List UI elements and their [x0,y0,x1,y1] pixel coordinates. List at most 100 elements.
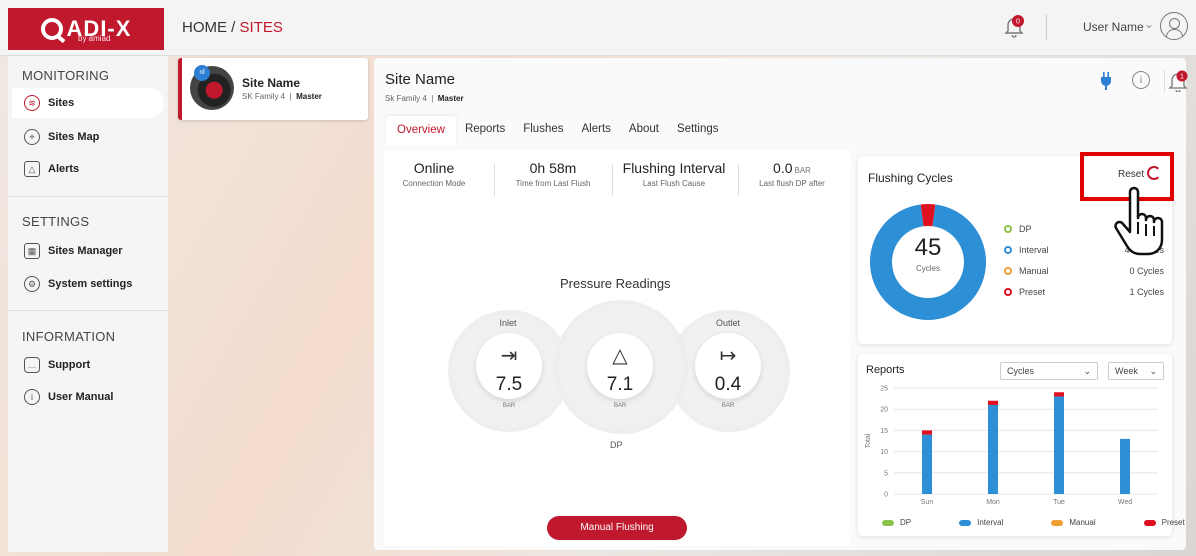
inlet-unit: BAR [502,403,516,409]
legend-preset: Preset 1 Cycles [1004,287,1164,297]
y-axis-label: Total [865,433,872,448]
tab-about[interactable]: About [620,116,668,144]
bar-preset-sun [922,430,932,435]
dp-gauge: △ 7.1 BAR [587,333,653,409]
y-tick-label: 15 [880,428,888,435]
topbar-divider [1046,14,1047,40]
reports-bar-chart: 0 5 10 15 20 25 Total Sun Mon Tue Wed [865,386,1158,506]
stat-label: Time from Last Flush [515,179,591,188]
map-pin-icon: ⌖ [24,129,40,145]
layers-icon: ≋ [24,95,40,111]
x-tick-label: Tue [1053,499,1065,506]
site-alerts-bell-icon[interactable]: 1 [1168,70,1188,92]
legend-swatch [1143,519,1156,526]
stat-divider [612,164,613,196]
reports-card: Reports Cycles ⌄ Week ⌄ 0 5 10 15 20 25 Total Sun… [858,354,1185,536]
sidebar-item-support[interactable]: … Support [12,350,164,380]
sites-manager-icon: ▦ [24,243,40,259]
bar-preset-tue [1054,392,1064,397]
legend-label: Manual [1069,518,1096,527]
x-tick-label: Wed [1118,499,1132,506]
user-name[interactable]: User Name [1083,20,1144,34]
bar-interval-wed [1120,438,1130,494]
bar-interval-sun [922,434,932,494]
sidebar-item-label: Sites Manager [48,245,123,257]
legend-name: Interval [1019,245,1049,255]
site-list-card[interactable]: ııl Site Name SK Family 4 | Master [178,58,368,120]
tab-flushes[interactable]: Flushes [514,116,572,144]
tab-reports[interactable]: Reports [456,116,514,144]
sidebar-item-label: Support [48,359,91,371]
legend-dot-icon [1004,267,1012,275]
outlet-unit: BAR [721,403,735,409]
metric-select[interactable]: Cycles ⌄ [1000,362,1098,380]
exit-arrow-icon: ↦ [719,345,737,367]
stat-connection: Online Connection Mode [398,160,470,188]
tab-overview[interactable]: Overview [386,116,456,146]
sidebar-item-label: Alerts [48,163,80,175]
legend-dot-icon [1004,288,1012,296]
tab-settings[interactable]: Settings [668,116,728,144]
page-subtitle: Sk Family 4 | Master [385,94,464,103]
outlet-gauge: ↦ 0.4 BAR [695,333,761,409]
app-logo[interactable]: ADI-X by amiad [8,8,164,50]
stat-divider [738,164,739,196]
legend-swatch [1051,519,1064,526]
sidebar-item-system-settings[interactable]: ⚙ System settings [12,269,164,299]
user-avatar-icon[interactable] [1160,12,1188,40]
stat-value-number: 0.0 [773,160,793,176]
stat-time-from-flush: 0h 58m Time from Last Flush [508,160,598,188]
section-monitoring: MONITORING [22,68,110,83]
legend-swatch [882,519,894,526]
flushing-cycles-title: Flushing Cycles [868,171,953,185]
info-icon[interactable]: i [1132,71,1150,89]
dp-label: DP [610,440,623,450]
sidebar-item-user-manual[interactable]: i User Manual [12,382,164,412]
stat-value: 0h 58m [529,160,577,176]
breadcrumb: HOME / SITES [182,19,283,36]
legend-label: Interval [977,518,1004,527]
manual-flushing-button[interactable]: Manual Flushing [547,516,687,540]
sidebar-item-label: Sites Map [48,131,100,143]
bell-icon: △ [24,161,40,177]
site-card-subtitle: SK Family 4 | Master [242,92,322,101]
logo-ring-icon [40,18,63,40]
enter-arrow-icon: ⇥ [500,345,518,367]
sidebar-item-label: System settings [48,278,133,290]
legend-value: 1 Cycles [1129,287,1164,297]
reports-title: Reports [866,364,905,376]
breadcrumb-home[interactable]: HOME / [182,19,240,36]
stat-value: 0.0 BAR [752,160,832,176]
tab-alerts[interactable]: Alerts [573,116,620,144]
breadcrumb-current: SITES [239,19,283,36]
stat-value: Online [413,160,455,176]
stat-label: Connection Mode [402,179,466,188]
bar-interval-mon [988,404,998,494]
sidebar-item-alerts[interactable]: △ Alerts [12,154,164,184]
overview-content: Online Connection Mode 0h 58m Time from … [384,150,850,546]
stat-flush-cause: Flushing Interval Last Flush Cause [620,160,728,188]
top-bar: ADI-X by amiad HOME / SITES 0 User Name … [0,0,1196,56]
stat-value: Flushing Interval [622,160,726,176]
outlet-label: Outlet [715,318,740,328]
legend-name: Manual [1019,266,1049,276]
legend-name: Preset [1019,287,1046,297]
panel-divider [1164,70,1165,92]
sidebar-item-sites[interactable]: ≋ Sites [12,88,164,118]
outlet-value: 0.4 [714,374,742,395]
reports-legend-dp: DP [882,518,911,527]
power-plug-icon[interactable] [1100,72,1112,90]
chevron-down-icon[interactable]: ⌄ [1144,17,1154,31]
y-tick-label: 20 [880,407,888,414]
inlet-gauge: ⇥ 7.5 BAR [476,333,542,409]
x-tick-label: Mon [986,499,1000,506]
period-select-value: Week [1115,366,1138,376]
site-card-name: Site Name [242,76,301,90]
section-settings: SETTINGS [22,214,90,229]
sidebar-item-sites-map[interactable]: ⌖ Sites Map [12,122,164,152]
site-detail-panel: Site Name Sk Family 4 | Master i 1 Overv… [374,58,1188,550]
sidebar-divider [8,310,168,311]
period-select[interactable]: Week ⌄ [1108,362,1164,380]
sidebar-item-sites-manager[interactable]: ▦ Sites Manager [12,236,164,266]
notifications-bell-icon[interactable]: 0 [1003,14,1025,38]
